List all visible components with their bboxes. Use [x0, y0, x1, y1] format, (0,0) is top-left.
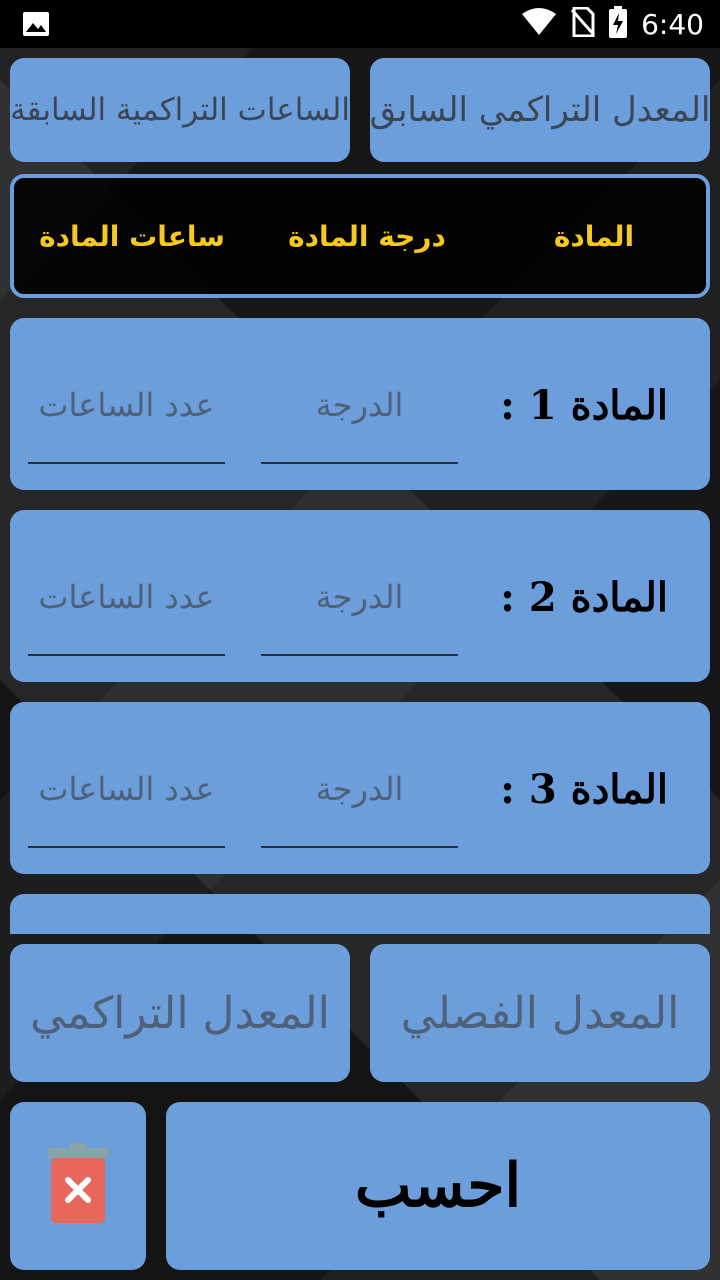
header-subject-grade: درجة المادة [288, 219, 446, 253]
image-icon [22, 11, 50, 37]
previous-gpa-label: المعدل التراكمي السابق [370, 90, 710, 130]
previous-gpa-button[interactable]: المعدل التراكمي السابق [370, 58, 710, 162]
grade-input[interactable]: الدرجة [261, 762, 458, 848]
semester-gpa-button[interactable]: المعدل الفصلي [370, 944, 710, 1082]
header-subject-hours: ساعات المادة [39, 219, 225, 253]
clear-button[interactable] [10, 1102, 146, 1270]
list-item: المادة 1 : الدرجة عدد الساعات [10, 318, 710, 490]
list-item: المادة 2 : الدرجة عدد الساعات [10, 510, 710, 682]
subject-label: المادة 3 : [500, 766, 668, 813]
hours-input[interactable]: عدد الساعات [28, 378, 225, 464]
semester-gpa-label: المعدل الفصلي [400, 987, 680, 1039]
subjects-list[interactable]: المادة 1 : الدرجة عدد الساعات المادة 2 :… [0, 318, 720, 934]
list-item: المادة 3 : الدرجة عدد الساعات [10, 702, 710, 874]
wifi-icon [521, 8, 557, 40]
hours-input[interactable]: عدد الساعات [28, 762, 225, 848]
hours-input[interactable]: عدد الساعات [28, 570, 225, 656]
subject-label: المادة 1 : [500, 382, 668, 429]
cumulative-gpa-button[interactable]: المعدل التراكمي [10, 944, 350, 1082]
status-bar: 6:40 [0, 0, 720, 48]
grade-input[interactable]: الدرجة [261, 570, 458, 656]
trash-icon [46, 1143, 110, 1229]
previous-hours-button[interactable]: الساعات التراكمية السابقة [10, 58, 350, 162]
clock-time: 6:40 [641, 7, 704, 41]
list-item-partial [10, 894, 710, 934]
cumulative-gpa-label: المعدل التراكمي [30, 987, 330, 1039]
table-header: المادة درجة المادة ساعات المادة [10, 174, 710, 298]
grade-input[interactable]: الدرجة [261, 378, 458, 464]
header-subject: المادة [553, 219, 635, 253]
no-sim-icon [570, 6, 596, 41]
calculate-button[interactable]: احسب [166, 1102, 710, 1270]
previous-hours-label: الساعات التراكمية السابقة [10, 92, 350, 128]
subject-label: المادة 2 : [500, 574, 668, 621]
calculate-label: احسب [354, 1151, 522, 1221]
battery-charging-icon [609, 6, 628, 42]
